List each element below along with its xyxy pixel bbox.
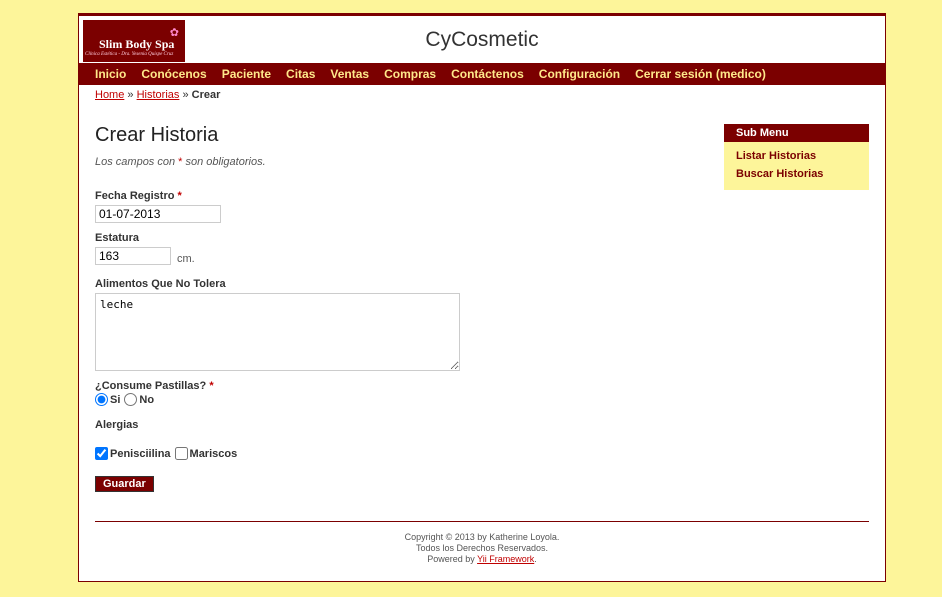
fecha-registro-row: Fecha Registro * [95, 190, 221, 223]
breadcrumb: Home » Historias » Crear [95, 89, 220, 101]
pastillas-label: ¿Consume Pastillas? * [95, 380, 214, 392]
footer-rights: Todos los Derechos Reservados. [415, 543, 549, 553]
pastillas-option-no: No [139, 393, 155, 406]
alimentos-label: Alimentos Que No Tolera [95, 278, 226, 290]
page-title: Crear Historia [95, 124, 219, 146]
menu-item-configuracion[interactable]: Configuración [539, 67, 620, 81]
pastillas-row: ¿Consume Pastillas? * Si No [95, 380, 214, 406]
fecha-registro-label: Fecha Registro * [95, 190, 182, 202]
alimentos-row: Alimentos Que No Tolera leche [95, 278, 460, 371]
required-note-after: son obligatorios. [185, 156, 266, 168]
required-note-before: Los campos con [95, 156, 176, 168]
guardar-button[interactable]: Guardar [95, 476, 154, 492]
estatura-row: Estatura cm. [95, 232, 195, 265]
estatura-input[interactable] [95, 247, 171, 265]
menu-item-ventas[interactable]: Ventas [330, 67, 369, 81]
fecha-registro-input[interactable] [95, 205, 221, 223]
breadcrumb-separator: » [182, 89, 189, 101]
required-note: Los campos con * son obligatorios. [95, 156, 695, 168]
breadcrumb-historias-link[interactable]: Historias [137, 89, 180, 101]
alimentos-textarea[interactable]: leche [95, 293, 460, 371]
pastillas-option-si: Si [110, 393, 121, 406]
footer-powered: Powered by Yii Framework. [427, 554, 537, 564]
header: ✿ Slim Body Spa Clínica Estética - Dra. … [79, 16, 885, 62]
pastillas-radio-no[interactable] [124, 393, 138, 406]
alergia-mariscos-checkbox[interactable] [174, 447, 188, 460]
sub-menu-title: Sub Menu [724, 124, 869, 142]
alergias-row: Alergias Penisciilina Mariscos [95, 419, 237, 460]
estatura-label: Estatura [95, 232, 140, 244]
submit-row: Guardar [95, 474, 154, 492]
footer-divider [95, 521, 869, 522]
pastillas-radio-si[interactable] [95, 393, 108, 406]
required-mark: * [178, 156, 183, 168]
sub-menu-item-listar-historias[interactable]: Listar Historias [736, 148, 857, 166]
menu-item-compras[interactable]: Compras [384, 67, 436, 81]
yii-framework-link[interactable]: Yii Framework [477, 554, 534, 564]
sub-menu-body: Listar Historias Buscar Historias [724, 142, 869, 190]
alergia-penisciilina-label: Penisciilina [110, 447, 171, 460]
menu-item-paciente[interactable]: Paciente [222, 67, 271, 81]
breadcrumb-home-link[interactable]: Home [95, 89, 124, 101]
alergia-penisciilina-checkbox[interactable] [95, 447, 108, 460]
alergias-label: Alergias [95, 419, 139, 431]
menu-item-inicio[interactable]: Inicio [95, 67, 126, 81]
breadcrumb-current: Crear [191, 89, 221, 101]
alergia-mariscos-label: Mariscos [189, 447, 238, 460]
menu-item-citas[interactable]: Citas [286, 67, 315, 81]
logo-subtitle: Clínica Estética - Dra. Yesenia Quispe C… [85, 52, 174, 57]
sub-menu: Sub Menu Listar Historias Buscar Histori… [724, 124, 869, 190]
page-container: ✿ Slim Body Spa Clínica Estética - Dra. … [78, 13, 886, 582]
estatura-unit: cm. [177, 253, 195, 265]
footer-copyright: Copyright © 2013 by Katherine Loyola. [404, 532, 560, 542]
main-menu: Inicio Conócenos Paciente Citas Ventas C… [79, 63, 885, 85]
menu-item-contactenos[interactable]: Contáctenos [451, 67, 524, 81]
breadcrumb-separator: » [127, 89, 134, 101]
site-title: CyCosmetic [425, 28, 539, 51]
menu-item-conocenos[interactable]: Conócenos [141, 67, 206, 81]
sub-menu-item-buscar-historias[interactable]: Buscar Historias [736, 166, 857, 184]
main-content: Crear Historia Los campos con * son obli… [95, 124, 695, 492]
menu-item-cerrar-sesion[interactable]: Cerrar sesión (medico) [635, 67, 766, 81]
footer: Copyright © 2013 by Katherine Loyola. To… [79, 532, 885, 565]
